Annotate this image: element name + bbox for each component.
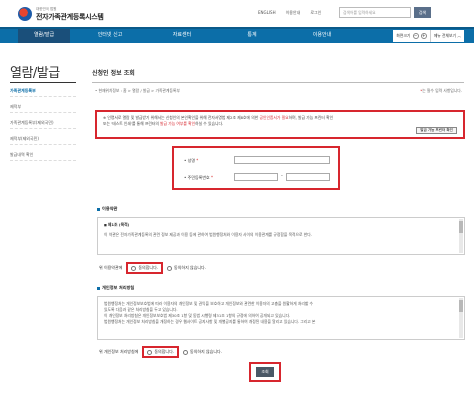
sidebar-item-issue-history[interactable]: 발급내역 확인: [10, 148, 76, 161]
rrn-back-field[interactable]: [286, 173, 330, 181]
rrn-front-field[interactable]: [234, 173, 278, 181]
sidebar-item-removed-register[interactable]: 제적부: [10, 100, 76, 113]
top-bar: 대한민국 법원 전자가족관계등록시스템 ENGLISH 이용안내 로그인 검색어…: [0, 0, 474, 27]
privacy-disagree-option[interactable]: 동의하지 않습니다.: [183, 349, 222, 355]
zoom-out-icon[interactable]: −: [412, 33, 419, 39]
privacy-agree-row: 위 개인정보 처리방침에 동의합니다. 동의하지 않습니다.: [99, 346, 222, 358]
all-menu-label: 메뉴 전체보기: [433, 33, 456, 38]
sidebar-item-family-register-overseas[interactable]: 가족관계등록부(제외국민): [10, 116, 76, 129]
page-title: 신청인 정보 조회: [92, 70, 135, 77]
terms-agree-row: 위 이용약관에 동의합니다. 동의하지 않습니다.: [99, 262, 206, 274]
logo-title: 전자가족관계등록시스템: [36, 12, 104, 21]
terms-disagree-option[interactable]: 동의하지 않습니다.: [167, 265, 206, 271]
name-field[interactable]: [234, 156, 330, 164]
terms-agree-radio[interactable]: [131, 265, 137, 271]
applicant-form: • 성명 * • 주민등록번호 * -: [172, 146, 340, 190]
top-links: ENGLISH 이용안내 로그인: [258, 10, 321, 16]
privacy-scrollbar[interactable]: [459, 298, 463, 338]
nav-item-internet-report[interactable]: 인터넷 신고: [78, 29, 142, 43]
privacy-box: 법원행정처는 개인정보보호법에 따라 이용자의 개인정보 및 권익을 보호하고 …: [97, 296, 465, 340]
terms-body: 이 약관은 전자가족관계등록의 관련 정보 제공과 이용 등에 관하여 법원행정…: [104, 232, 312, 237]
privacy-heading: 개인정보 처리방침: [97, 285, 134, 291]
sidebar-title: 열람/발급: [10, 66, 60, 81]
court-emblem-icon: [18, 7, 32, 21]
rrn-dash: -: [281, 173, 283, 179]
all-menu-button[interactable]: 메뉴 전체보기 ︿: [431, 30, 464, 42]
main-nav: 열람/발급 인터넷 신고 자료센터 통계 이용안내 화면크기 − + 메뉴 전체…: [0, 27, 474, 43]
sidebar-divider: [10, 82, 76, 83]
title-divider: [92, 82, 464, 83]
privacy-agree-label: 위 개인정보 처리방침에: [99, 349, 139, 354]
terms-heading: 이용약관: [97, 206, 117, 212]
english-link[interactable]: ENGLISH: [258, 10, 276, 16]
sidebar-item-family-register[interactable]: 가족관계등록부: [10, 84, 76, 97]
zoom-in-icon[interactable]: +: [420, 33, 427, 39]
certificate-notice: ※ 인명서로 열람 및 발급받기 위해서는 신청인의 본인확인을 위해 전자서명…: [95, 110, 465, 139]
terms-article-title: 제1조 (목적): [104, 222, 458, 228]
search-input[interactable]: 검색어를 입력하세요: [339, 7, 411, 18]
privacy-disagree-radio[interactable]: [183, 349, 189, 355]
nav-item-resource-center[interactable]: 자료센터: [150, 29, 214, 43]
nav-item-usage-guide[interactable]: 이용안내: [290, 29, 354, 43]
terms-agree-label: 위 이용약관에: [99, 265, 123, 270]
required-note: *는 필수 입력 사항입니다.: [420, 88, 462, 93]
terms-disagree-radio[interactable]: [167, 265, 173, 271]
nav-item-statistics[interactable]: 통계: [220, 29, 284, 43]
printer-check-button[interactable]: 발급 가능 프린터 확인: [416, 127, 457, 134]
nav-item-view-issue[interactable]: 열람/발급: [18, 29, 70, 43]
login-link[interactable]: 로그인: [310, 10, 321, 16]
chevron-up-icon: ︿: [457, 33, 461, 38]
rrn-label: • 주민등록번호 *: [184, 175, 214, 180]
guide-link[interactable]: 이용안내: [286, 10, 301, 16]
search-button[interactable]: 검색: [414, 7, 431, 18]
search-submit-button[interactable]: 조회: [256, 367, 274, 377]
name-label: • 성명 *: [184, 158, 199, 163]
zoom-label: 화면크기: [396, 33, 411, 38]
terms-agree-option[interactable]: 동의합니다.: [126, 262, 164, 274]
terms-box: 제1조 (목적) 이 약관은 전자가족관계등록의 관련 정보 제공과 이용 등에…: [97, 217, 465, 255]
privacy-agree-option[interactable]: 동의합니다.: [142, 346, 180, 358]
privacy-agree-radio[interactable]: [147, 349, 153, 355]
terms-scrollbar[interactable]: [459, 219, 463, 253]
nav-tools: 화면크기 − + 메뉴 전체보기 ︿: [393, 30, 464, 42]
site-logo[interactable]: 대한민국 법원 전자가족관계등록시스템: [18, 4, 104, 24]
breadcrumb: • 현재위치정보 : 홈 > 열람 / 발급 > 가족관계등록부: [95, 88, 180, 93]
sidebar-item-removed-register-overseas[interactable]: 제적부(제외국민): [10, 132, 76, 145]
